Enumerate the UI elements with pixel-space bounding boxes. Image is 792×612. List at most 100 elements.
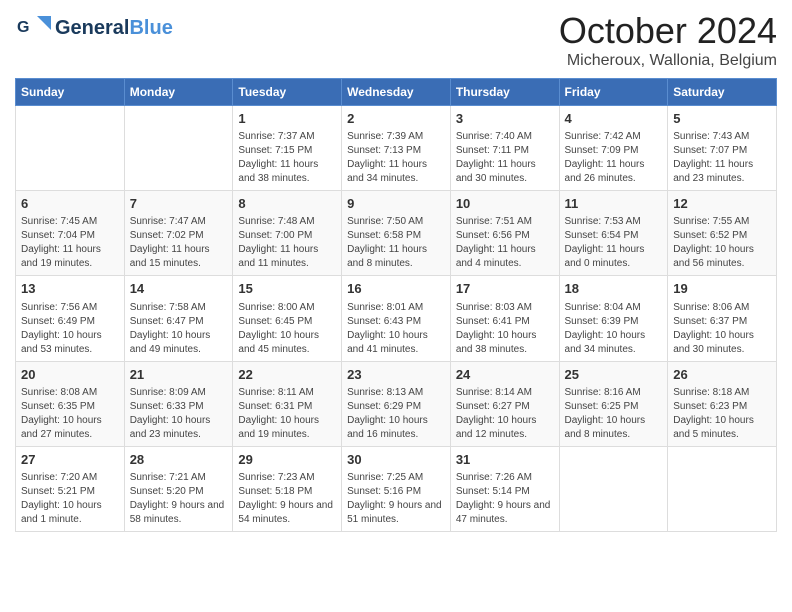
day-cell: 29Sunrise: 7:23 AM Sunset: 5:18 PM Dayli… [233,446,342,531]
col-header-thursday: Thursday [450,79,559,106]
day-cell: 17 Sunrise: 8:03 AM Sunset: 6:41 PM Dayli… [450,276,559,361]
day-number: 20 [21,366,119,384]
logo-line1: GeneralBlue [55,17,173,39]
day-info: Sunrise: 8:09 AM Sunset: 6:33 PM Dayligh… [130,386,228,442]
day-info: Sunrise: 8:06 AM Sunset: 6:37 PM Dayligh… [673,301,771,357]
day-info: Sunrise: 8:04 AM Sunset: 6:39 PM Dayligh… [565,301,663,357]
day-cell [559,446,668,531]
day-info: Sunrise: 7:21 AM Sunset: 5:20 PM Dayligh… [130,471,228,527]
col-header-sunday: Sunday [16,79,125,106]
day-cell: 2 Sunrise: 7:39 AM Sunset: 7:13 PM Daylig… [342,106,451,191]
week-row-2: 6Sunrise: 7:45 AM Sunset: 7:04 PM Daylig… [16,191,777,276]
day-cell: 18 Sunrise: 8:04 AM Sunset: 6:39 PM Dayli… [559,276,668,361]
day-cell: 7 Sunrise: 7:47 AM Sunset: 7:02 PM Daylig… [124,191,233,276]
day-info: Sunrise: 8:08 AM Sunset: 6:35 PM Dayligh… [21,386,119,442]
day-cell: 4Sunrise: 7:42 AM Sunset: 7:09 PM Daylig… [559,106,668,191]
day-number: 25 [565,366,663,384]
day-number: 19 [673,280,771,298]
day-info: Sunrise: 7:56 AM Sunset: 6:49 PM Dayligh… [21,301,119,357]
day-cell: 6Sunrise: 7:45 AM Sunset: 7:04 PM Daylig… [16,191,125,276]
day-cell: 5Sunrise: 7:43 AM Sunset: 7:07 PM Daylig… [668,106,777,191]
day-info: Sunrise: 7:58 AM Sunset: 6:47 PM Dayligh… [130,301,228,357]
day-number: 22 [238,366,336,384]
day-cell: 20 Sunrise: 8:08 AM Sunset: 6:35 PM Dayli… [16,361,125,446]
page-subtitle: Micheroux, Wallonia, Belgium [559,52,777,70]
day-number: 26 [673,366,771,384]
day-info: Sunrise: 8:01 AM Sunset: 6:43 PM Dayligh… [347,301,445,357]
day-number: 31 [456,451,554,469]
day-info: Sunrise: 7:20 AM Sunset: 5:21 PM Dayligh… [21,471,119,527]
day-number: 12 [673,195,771,213]
day-number: 17 [456,280,554,298]
day-cell [16,106,125,191]
day-cell [668,446,777,531]
day-info: Sunrise: 7:47 AM Sunset: 7:02 PM Dayligh… [130,215,228,271]
day-info: Sunrise: 7:42 AM Sunset: 7:09 PM Dayligh… [565,130,663,186]
day-cell: 3 Sunrise: 7:40 AM Sunset: 7:11 PM Daylig… [450,106,559,191]
day-cell: 15 Sunrise: 8:00 AM Sunset: 6:45 PM Dayli… [233,276,342,361]
week-row-4: 20 Sunrise: 8:08 AM Sunset: 6:35 PM Dayli… [16,361,777,446]
day-cell: 10Sunrise: 7:51 AM Sunset: 6:56 PM Dayli… [450,191,559,276]
day-info: Sunrise: 7:25 AM Sunset: 5:16 PM Dayligh… [347,471,445,527]
day-info: Sunrise: 7:53 AM Sunset: 6:54 PM Dayligh… [565,215,663,271]
day-info: Sunrise: 7:39 AM Sunset: 7:13 PM Dayligh… [347,130,445,186]
day-info: Sunrise: 8:18 AM Sunset: 6:23 PM Dayligh… [673,386,771,442]
day-cell: 8Sunrise: 7:48 AM Sunset: 7:00 PM Daylig… [233,191,342,276]
day-number: 30 [347,451,445,469]
day-cell: 30 Sunrise: 7:25 AM Sunset: 5:16 PM Dayli… [342,446,451,531]
day-info: Sunrise: 7:37 AM Sunset: 7:15 PM Dayligh… [238,130,336,186]
col-header-monday: Monday [124,79,233,106]
day-number: 3 [456,110,554,128]
day-cell: 19 Sunrise: 8:06 AM Sunset: 6:37 PM Dayli… [668,276,777,361]
day-cell: 23Sunrise: 8:13 AM Sunset: 6:29 PM Dayli… [342,361,451,446]
calendar-table: SundayMondayTuesdayWednesdayThursdayFrid… [15,78,777,532]
day-cell: 26 Sunrise: 8:18 AM Sunset: 6:23 PM Dayli… [668,361,777,446]
header-row: SundayMondayTuesdayWednesdayThursdayFrid… [16,79,777,106]
col-header-wednesday: Wednesday [342,79,451,106]
day-info: Sunrise: 8:16 AM Sunset: 6:25 PM Dayligh… [565,386,663,442]
logo: G GeneralBlue [15,10,173,46]
day-number: 24 [456,366,554,384]
title-block: October 2024 Micheroux, Wallonia, Belgiu… [559,10,777,70]
day-cell: 12Sunrise: 7:55 AM Sunset: 6:52 PM Dayli… [668,191,777,276]
day-number: 28 [130,451,228,469]
day-cell: 24 Sunrise: 8:14 AM Sunset: 6:27 PM Dayli… [450,361,559,446]
day-number: 11 [565,195,663,213]
page-header: G GeneralBlue October 2024 Micheroux, Wa… [15,10,777,70]
week-row-3: 13 Sunrise: 7:56 AM Sunset: 6:49 PM Dayli… [16,276,777,361]
day-cell: 25 Sunrise: 8:16 AM Sunset: 6:25 PM Dayli… [559,361,668,446]
day-number: 27 [21,451,119,469]
day-info: Sunrise: 8:03 AM Sunset: 6:41 PM Dayligh… [456,301,554,357]
day-info: Sunrise: 7:26 AM Sunset: 5:14 PM Dayligh… [456,471,554,527]
day-number: 18 [565,280,663,298]
col-header-saturday: Saturday [668,79,777,106]
day-info: Sunrise: 8:13 AM Sunset: 6:29 PM Dayligh… [347,386,445,442]
day-number: 1 [238,110,336,128]
day-number: 7 [130,195,228,213]
day-number: 21 [130,366,228,384]
svg-text:G: G [17,19,29,36]
day-number: 9 [347,195,445,213]
day-info: Sunrise: 8:14 AM Sunset: 6:27 PM Dayligh… [456,386,554,442]
day-info: Sunrise: 7:40 AM Sunset: 7:11 PM Dayligh… [456,130,554,186]
day-number: 29 [238,451,336,469]
week-row-1: 1 Sunrise: 7:37 AM Sunset: 7:15 PM Daylig… [16,106,777,191]
day-number: 16 [347,280,445,298]
day-info: Sunrise: 8:11 AM Sunset: 6:31 PM Dayligh… [238,386,336,442]
day-number: 6 [21,195,119,213]
day-number: 14 [130,280,228,298]
col-header-tuesday: Tuesday [233,79,342,106]
day-cell: 1 Sunrise: 7:37 AM Sunset: 7:15 PM Daylig… [233,106,342,191]
day-info: Sunrise: 8:00 AM Sunset: 6:45 PM Dayligh… [238,301,336,357]
page-title: October 2024 [559,10,777,52]
day-cell: 22 Sunrise: 8:11 AM Sunset: 6:31 PM Dayli… [233,361,342,446]
day-info: Sunrise: 7:50 AM Sunset: 6:58 PM Dayligh… [347,215,445,271]
day-number: 2 [347,110,445,128]
day-number: 15 [238,280,336,298]
day-cell: 16 Sunrise: 8:01 AM Sunset: 6:43 PM Dayli… [342,276,451,361]
day-number: 13 [21,280,119,298]
day-info: Sunrise: 7:43 AM Sunset: 7:07 PM Dayligh… [673,130,771,186]
day-info: Sunrise: 7:48 AM Sunset: 7:00 PM Dayligh… [238,215,336,271]
day-cell [124,106,233,191]
day-info: Sunrise: 7:51 AM Sunset: 6:56 PM Dayligh… [456,215,554,271]
